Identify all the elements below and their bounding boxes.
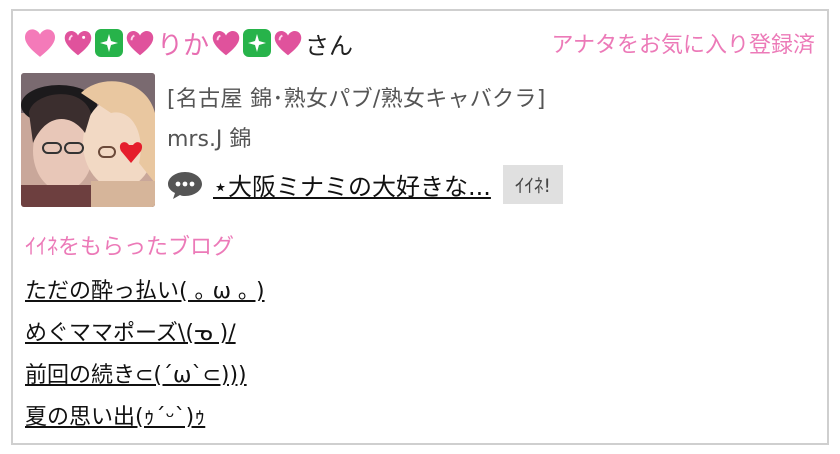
like-button[interactable]: ｲｲﾈ! [502,165,564,204]
profile-photo-image [21,73,155,207]
blog-link[interactable]: 夏の思い出(ｩ´ᵕ`)ｩ [25,403,265,433]
liked-blogs-list: ただの酔っ払い( ｡ ω ｡ ) めぐママポーズ\(ᓀ )/ 前回の続き⊂(´ω… [25,277,265,445]
blog-link[interactable]: めぐママポーズ\(ᓀ )/ [25,319,265,349]
card-header: りか さん アナタをお気に入り登録済 [23,21,817,65]
sparkles-icon [243,29,272,57]
sparkles-icon [95,29,123,57]
blog-link[interactable]: ただの酔っ払い( ｡ ω ｡ ) [25,277,265,307]
heart-icon [24,29,56,57]
speech-bubble-icon [168,171,202,199]
sparkling-heart-icon [212,31,240,56]
blog-link[interactable]: 前回の続き⊂(´ω`⊂))) [25,361,265,391]
latest-post: ⋆大阪ミナミの大好きな... ｲｲﾈ! [167,165,564,204]
shop-info: [名古屋 錦･熟女パブ/熟女キャバクラ] mrs.J 錦 [167,81,546,153]
profile-card: りか さん アナタをお気に入り登録済 [名古屋 錦･熟女パブ/熟女キャバクラ] … [11,9,829,445]
user-name: りか [157,30,210,61]
shop-name[interactable]: mrs.J 錦 [167,121,546,153]
sparkling-heart-icon [64,31,92,56]
favorite-status-link[interactable]: アナタをお気に入り登録済 [551,27,815,59]
sparkling-heart-icon [274,31,302,56]
liked-blogs-heading: ｲｲﾈをもらったブログ [25,235,235,260]
profile-photo[interactable] [21,73,155,207]
sparkling-heart-icon [126,31,154,56]
latest-post-link[interactable]: ⋆大阪ミナミの大好きな... [213,167,491,202]
name-suffix: さん [305,31,354,60]
user-name-row[interactable]: りか さん [23,21,353,65]
shop-category: [名古屋 錦･熟女パブ/熟女キャバクラ] [167,87,546,112]
